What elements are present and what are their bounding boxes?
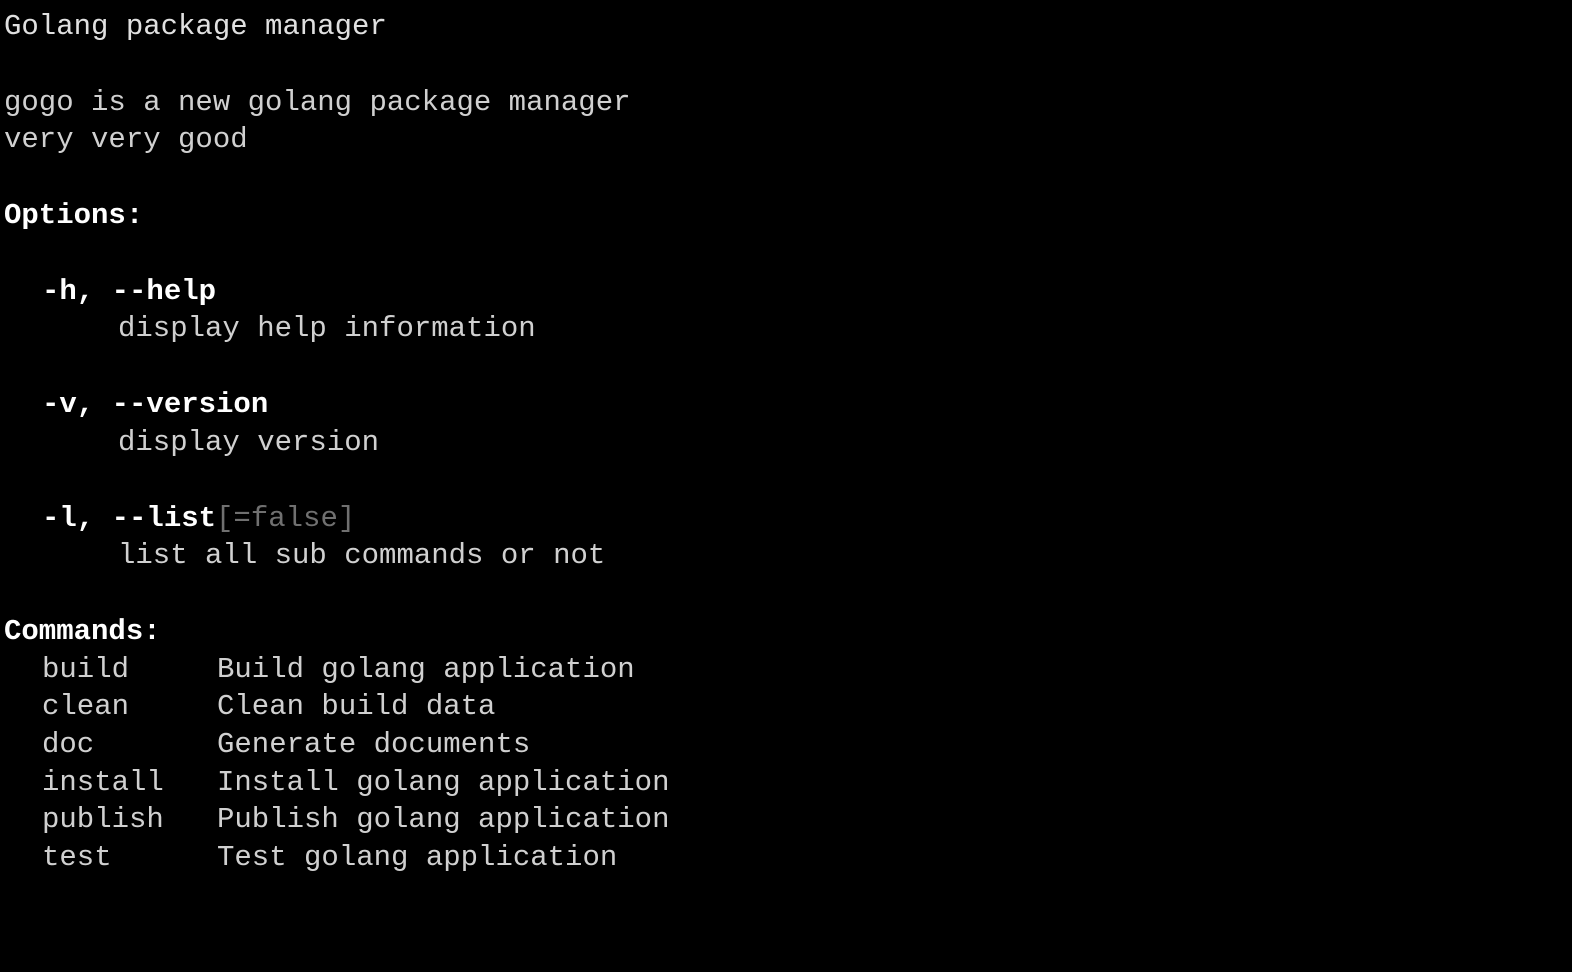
command-name: doc	[42, 726, 217, 764]
description-line-1: gogo is a new golang package manager	[4, 84, 1568, 122]
description-line-2: very very good	[4, 121, 1568, 159]
option-version: -v, --version display version	[4, 386, 1568, 461]
option-flag-text: -h, --help	[42, 275, 216, 308]
option-flag-list: -l, --list[=false]	[4, 500, 1568, 538]
app-title: Golang package manager	[4, 8, 1568, 46]
option-default-list: [=false]	[216, 502, 355, 535]
option-desc-version: display version	[4, 424, 1568, 462]
option-flag-help: -h, --help	[4, 273, 1568, 311]
app-description: gogo is a new golang package manager ver…	[4, 84, 1568, 159]
command-name: test	[42, 839, 217, 877]
command-doc: doc Generate documents	[42, 726, 1568, 764]
command-desc: Generate documents	[217, 726, 530, 764]
option-desc-help: display help information	[4, 310, 1568, 348]
command-name: build	[42, 651, 217, 689]
commands-header: Commands:	[4, 613, 1568, 651]
command-desc: Build golang application	[217, 651, 635, 689]
command-name: publish	[42, 801, 217, 839]
option-desc-list: list all sub commands or not	[4, 537, 1568, 575]
command-test: test Test golang application	[42, 839, 1568, 877]
command-clean: clean Clean build data	[42, 688, 1568, 726]
option-flag-text: -v, --version	[42, 388, 268, 421]
options-header: Options:	[4, 197, 1568, 235]
command-desc: Publish golang application	[217, 801, 669, 839]
command-name: clean	[42, 688, 217, 726]
command-desc: Test golang application	[217, 839, 617, 877]
option-flag-text: -l, --list	[42, 502, 216, 535]
command-desc: Install golang application	[217, 764, 669, 802]
option-flag-version: -v, --version	[4, 386, 1568, 424]
option-list: -l, --list[=false] list all sub commands…	[4, 500, 1568, 575]
command-build: build Build golang application	[42, 651, 1568, 689]
command-publish: publish Publish golang application	[42, 801, 1568, 839]
option-help: -h, --help display help information	[4, 273, 1568, 348]
command-desc: Clean build data	[217, 688, 495, 726]
command-install: install Install golang application	[42, 764, 1568, 802]
commands-list: build Build golang application clean Cle…	[4, 651, 1568, 877]
command-name: install	[42, 764, 217, 802]
